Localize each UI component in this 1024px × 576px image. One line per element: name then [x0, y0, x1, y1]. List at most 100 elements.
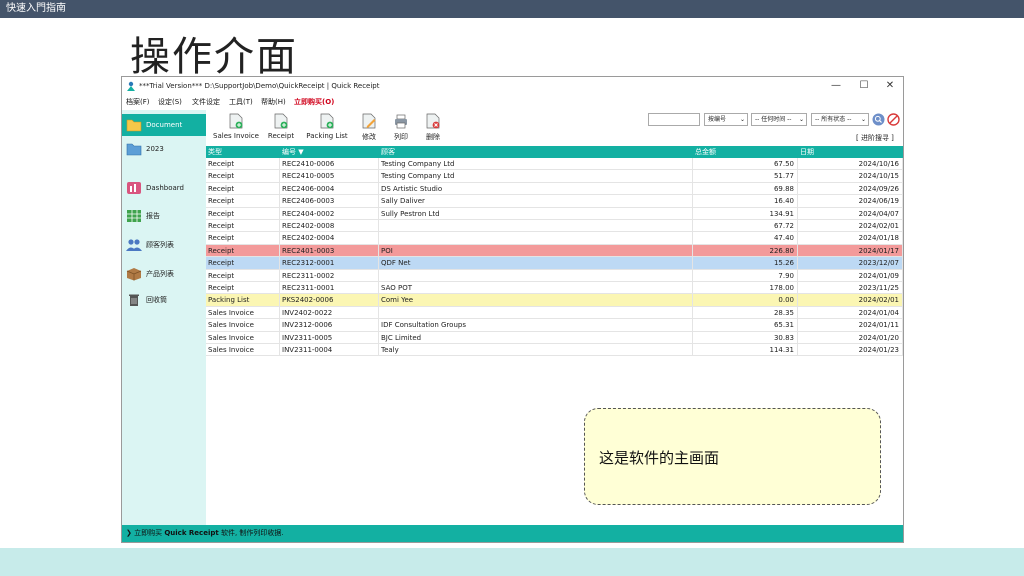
column-header-customer[interactable]: 顾客 [379, 146, 693, 158]
chevron-down-icon: ⌄ [860, 116, 866, 123]
filter-field-select[interactable]: 按编号 ⌄ [704, 113, 748, 126]
cell-no: REC2410-0006 [280, 158, 379, 170]
cell-type: Receipt [206, 195, 280, 207]
table-row[interactable]: Receipt REC2402-0008 67.72 2024/02/01 [206, 220, 903, 233]
slide-footer [0, 548, 1024, 576]
cell-customer: BJC Limited [379, 331, 693, 343]
cell-date: 2024/01/11 [798, 319, 903, 331]
cell-type: Receipt [206, 182, 280, 195]
select-value: 按编号 [708, 116, 727, 123]
filter-time-select[interactable]: -- 任何时间 -- ⌄ [751, 113, 807, 126]
cell-date: 2024/10/15 [798, 170, 903, 182]
cell-no: REC2404-0002 [280, 207, 379, 219]
table-row[interactable]: Receipt REC2402-0004 47.40 2024/01/18 [206, 232, 903, 245]
search-input[interactable] [648, 113, 700, 126]
menu-help[interactable]: 帮助(H) [261, 95, 286, 109]
table-row[interactable]: Packing List PKS2402-0006 Comi Yee 0.00 2024… [206, 294, 903, 307]
folder-icon [126, 143, 142, 156]
print-button[interactable]: 列印 [390, 110, 412, 146]
menu-doc-settings[interactable]: 文件设定 [192, 95, 220, 109]
cell-customer [379, 232, 693, 244]
table-row[interactable]: Receipt REC2410-0006 Testing Company Ltd 67… [206, 158, 903, 171]
table-row[interactable]: Receipt REC2406-0003 Sally Daliver 16.40 202… [206, 195, 903, 208]
cell-date: 2024/06/19 [798, 195, 903, 207]
window-title: ***Trial Version*** D:\SupportJob\Demo\Q… [139, 82, 380, 90]
cell-type: Receipt [206, 220, 280, 232]
sidebar-item-2023[interactable]: 2023 [122, 138, 206, 160]
cell-no: REC2402-0008 [280, 220, 379, 232]
maximize-button[interactable]: ☐ [850, 77, 878, 95]
cell-amount: 69.88 [693, 182, 798, 195]
column-header-date[interactable]: 日期 [798, 146, 903, 158]
sidebar-item-label: 顾客列表 [146, 241, 174, 249]
sidebar-item-products[interactable]: 产品列表 [122, 263, 206, 285]
menu-settings[interactable]: 设定(S) [158, 95, 182, 109]
table-row[interactable]: Receipt REC2311-0002 7.90 2024/01/09 [206, 269, 903, 282]
tool-label: 修改 [362, 133, 376, 141]
table-row[interactable]: Sales Invoice INV2312-0006 IDF Consultatio… [206, 319, 903, 332]
table-row[interactable]: Receipt REC2410-0005 Testing Company Ltd 51… [206, 170, 903, 183]
cell-type: Receipt [206, 257, 280, 269]
sidebar-item-document[interactable]: Document [122, 114, 206, 136]
column-header-amount[interactable]: 总金额 [693, 146, 798, 158]
new-document-icon [229, 113, 243, 129]
select-value: -- 任何时间 -- [755, 116, 792, 123]
callout-text: 这是软件的主画面 [599, 449, 720, 467]
cell-customer: Tealy [379, 344, 693, 356]
app-logo-icon [127, 81, 135, 91]
cell-type: Receipt [206, 158, 280, 170]
tool-label: 列印 [394, 133, 408, 141]
cell-no: REC2410-0005 [280, 170, 379, 182]
table-row[interactable]: Sales Invoice INV2311-0005 BJC Limited 30.8… [206, 331, 903, 344]
search-icon[interactable] [872, 113, 885, 126]
cell-no: REC2311-0001 [280, 282, 379, 294]
menu-tools[interactable]: 工具(T) [229, 95, 253, 109]
advanced-search-link[interactable]: [ 进阶搜寻 ] [856, 133, 894, 143]
new-sales-invoice-button[interactable]: Sales Invoice [210, 110, 262, 146]
toolbar: Sales Invoice Receipt Packing List 修改 列印… [206, 110, 903, 146]
delete-button[interactable]: 删除 [422, 110, 444, 146]
clear-filter-icon[interactable] [887, 113, 900, 126]
sidebar-item-label: 报告 [146, 212, 160, 220]
minimize-button[interactable]: — [822, 77, 850, 95]
table-row[interactable]: Sales Invoice INV2402-0022 28.35 2024/01/04 [206, 306, 903, 320]
table-row[interactable]: Receipt REC2406-0004 DS Artistic Studio 69.… [206, 182, 903, 196]
cell-date: 2024/10/16 [798, 158, 903, 170]
dashboard-icon [127, 182, 141, 194]
table-row[interactable]: Receipt REC2404-0002 Sully Pestron Ltd 134.… [206, 207, 903, 220]
status-prefix: 立即购买 [134, 529, 163, 537]
column-header-number[interactable]: 编号 ▼ [280, 146, 379, 158]
status-brand[interactable]: Quick Receipt [164, 529, 218, 537]
menu-file[interactable]: 档案(F) [126, 95, 150, 109]
new-packing-list-button[interactable]: Packing List [304, 110, 350, 146]
edit-button[interactable]: 修改 [358, 110, 380, 146]
filter-status-select[interactable]: -- 所有状态 -- ⌄ [811, 113, 869, 126]
cell-type: Sales Invoice [206, 306, 280, 319]
cell-customer: Sally Daliver [379, 195, 693, 207]
table-row[interactable]: Receipt REC2401-0003 POI 226.80 2024/01/17 [206, 244, 903, 258]
new-receipt-button[interactable]: Receipt [266, 110, 296, 146]
sidebar-item-customers[interactable]: 顾客列表 [122, 234, 206, 256]
column-header-type[interactable]: 类型 [206, 146, 280, 158]
cell-amount: 65.31 [693, 319, 798, 331]
table-row[interactable]: Sales Invoice INV2311-0004 Tealy 114.31 2024… [206, 344, 903, 357]
sidebar-item-label: Document [146, 121, 183, 129]
title-bar: ***Trial Version*** D:\SupportJob\Demo\Q… [122, 77, 903, 95]
cell-amount: 16.40 [693, 195, 798, 207]
cell-date: 2024/01/20 [798, 331, 903, 343]
slide-header: 快速入門指南 [0, 0, 1024, 18]
cell-no: INV2311-0005 [280, 331, 379, 343]
cell-customer: POI [379, 244, 693, 257]
menu-buy[interactable]: 立即购买(O) [294, 95, 334, 109]
sidebar-item-report[interactable]: 报告 [122, 205, 206, 227]
callout-note: 这是软件的主画面 [584, 408, 881, 505]
cell-amount: 178.00 [693, 282, 798, 294]
sidebar-item-recycle-bin[interactable]: 回收筒 [122, 289, 206, 311]
tool-label: Sales Invoice [213, 132, 259, 140]
sidebar-item-dashboard[interactable]: Dashboard [122, 177, 206, 199]
table-row[interactable]: Receipt REC2311-0001 SAO POT 178.00 2023/11/… [206, 282, 903, 295]
table-row[interactable]: Receipt REC2312-0001 QDF Net 15.26 2023/12/0… [206, 257, 903, 270]
cell-customer: SAO POT [379, 282, 693, 294]
cell-type: Receipt [206, 170, 280, 182]
close-button[interactable]: ✕ [876, 77, 904, 95]
